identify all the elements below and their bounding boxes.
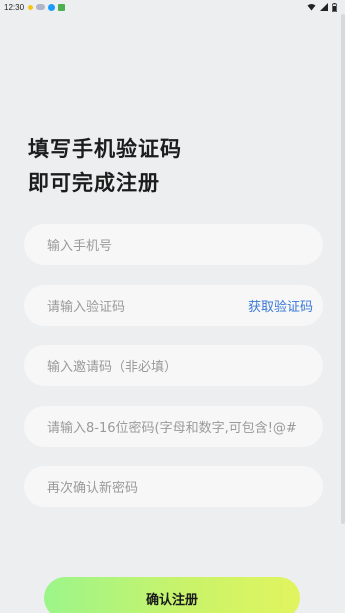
password-placeholder: 请输入8-16位密码(字母和数字,可包含!@#: [47, 421, 297, 436]
password-field[interactable]: 请输入8-16位密码(字母和数字,可包含!@#: [24, 406, 323, 447]
code-placeholder: 请输入验证码: [47, 300, 126, 315]
phone-placeholder: 输入手机号: [47, 239, 113, 254]
status-bar: 12:30: [0, 0, 345, 14]
phone-field[interactable]: 输入手机号: [24, 224, 323, 265]
scrollbar[interactable]: [341, 14, 345, 524]
gallery-notification-icon: [58, 3, 66, 11]
battery-icon: [332, 2, 337, 12]
confirm-password-placeholder: 再次确认新密码: [47, 481, 139, 496]
confirm-register-button[interactable]: 确认注册: [44, 577, 300, 613]
status-time: 12:30: [4, 2, 25, 12]
invite-code-field[interactable]: 输入邀请码（非必填）: [24, 345, 323, 386]
verification-code-field[interactable]: 请输入验证码 获取验证码: [24, 285, 323, 326]
cloud-icon: [36, 4, 46, 10]
title-line-2: 即可完成注册: [28, 171, 160, 195]
invite-placeholder: 输入邀请码（非必填）: [47, 360, 178, 375]
wifi-icon: [307, 4, 316, 11]
title-line-1: 填写手机验证码: [28, 137, 182, 161]
register-screen: 12:30 填写手机验证码 即可完成注册 输入手机号 请输入验证码 获取验证码 …: [0, 0, 345, 613]
status-right-icons: [307, 2, 337, 12]
signal-icon: [320, 3, 328, 11]
notification-icons: [28, 3, 66, 11]
page-title: 填写手机验证码 即可完成注册: [28, 132, 182, 200]
confirm-password-field[interactable]: 再次确认新密码: [24, 466, 323, 507]
app-notification-icon: [48, 3, 56, 11]
get-code-button[interactable]: 获取验证码: [248, 296, 313, 315]
sun-icon: [28, 4, 34, 10]
